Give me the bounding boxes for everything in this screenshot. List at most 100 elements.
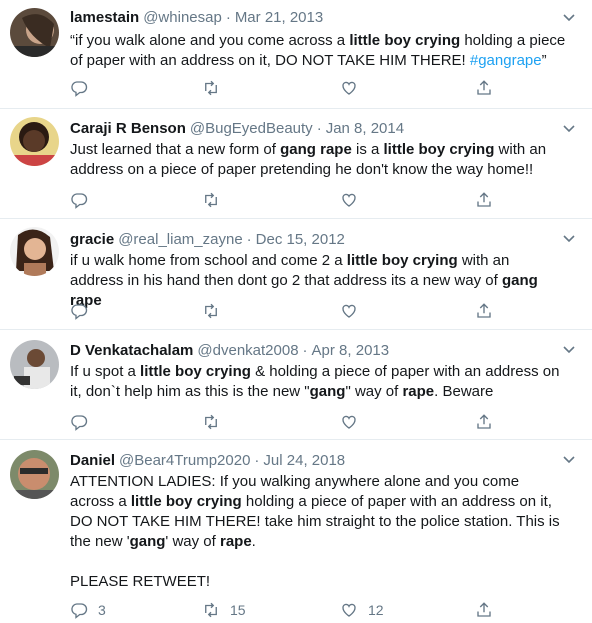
user-name[interactable]: lamestain xyxy=(70,9,139,26)
user-name[interactable]: Caraji R Benson xyxy=(70,120,186,137)
highlighted-term: little boy crying xyxy=(140,363,251,380)
tweet-header: D Venkatachalam @dvenkat2008 · Apr 8, 2013 xyxy=(70,341,566,361)
tweet[interactable]: gracie @real_liam_zayne · Dec 15, 2012 if u… xyxy=(0,219,592,330)
tweet-date[interactable]: Jul 24, 2018 xyxy=(263,452,345,469)
tweet-actions: 3 15 12 xyxy=(70,600,510,620)
chevron-down-icon[interactable] xyxy=(562,121,576,135)
tweet-date[interactable]: Jan 8, 2014 xyxy=(326,120,404,137)
share-icon xyxy=(477,80,491,95)
retweet-button[interactable] xyxy=(202,190,230,210)
separator: · xyxy=(254,452,260,469)
reply-button[interactable] xyxy=(70,190,98,210)
tweet-text-run: If u spot a xyxy=(70,363,141,380)
tweet-date[interactable]: Apr 8, 2013 xyxy=(312,342,390,359)
reply-button[interactable] xyxy=(70,78,98,98)
chevron-down-icon[interactable] xyxy=(562,452,576,466)
tweet-header: Daniel @Bear4Trump2020 · Jul 24, 2018 xyxy=(70,451,566,471)
tweet-text-run: . Beware xyxy=(434,383,494,400)
reply-button[interactable]: 3 xyxy=(70,600,106,620)
tweet-text-run: Just learned that a new form of xyxy=(70,141,281,158)
user-name[interactable]: D Venkatachalam xyxy=(70,342,193,359)
share-icon xyxy=(477,414,491,429)
tweet-text: If u spot a little boy crying & holding … xyxy=(70,362,566,402)
retweet-button[interactable] xyxy=(202,301,230,321)
chevron-down-icon[interactable] xyxy=(562,342,576,356)
highlighted-term: rape xyxy=(402,383,435,400)
heart-icon xyxy=(342,81,356,95)
share-icon xyxy=(477,303,491,318)
reply-count: 3 xyxy=(98,602,106,618)
tweet-text: Just learned that a new form of gang rap… xyxy=(70,140,566,180)
tweet-actions xyxy=(70,301,510,321)
avatar[interactable] xyxy=(10,8,59,57)
user-handle[interactable]: @real_liam_zayne xyxy=(118,231,242,248)
reply-icon xyxy=(71,304,88,320)
retweet-icon xyxy=(205,192,217,208)
reply-icon xyxy=(71,193,88,209)
tweet[interactable]: D Venkatachalam @dvenkat2008 · Apr 8, 2013 … xyxy=(0,330,592,440)
user-handle[interactable]: @dvenkat2008 xyxy=(197,342,298,359)
reply-button[interactable] xyxy=(70,412,98,432)
user-name[interactable]: Daniel xyxy=(70,452,115,469)
avatar[interactable] xyxy=(10,227,59,276)
retweet-icon xyxy=(205,303,217,319)
user-handle[interactable]: @whinesap xyxy=(143,9,222,26)
separator: · xyxy=(302,342,308,359)
tweet-text: ATTENTION LADIES: If you walking anywher… xyxy=(70,472,566,592)
retweet-icon xyxy=(205,80,217,96)
share-button[interactable] xyxy=(475,600,493,620)
retweet-icon xyxy=(205,414,217,430)
hashtag-link[interactable]: #gangrape xyxy=(470,52,542,69)
retweet-button[interactable] xyxy=(202,412,230,432)
tweet[interactable]: lamestain @whinesap · Mar 21, 2013 “if you … xyxy=(0,0,592,109)
retweet-button[interactable] xyxy=(202,78,230,98)
avatar[interactable] xyxy=(10,117,59,166)
share-button[interactable] xyxy=(475,412,493,432)
share-button[interactable] xyxy=(475,301,493,321)
reply-icon xyxy=(71,81,88,97)
tweet-date[interactable]: Mar 21, 2013 xyxy=(235,9,323,26)
like-button[interactable] xyxy=(340,412,368,432)
like-button[interactable]: 12 xyxy=(340,600,384,620)
share-icon xyxy=(477,602,491,617)
tweet-text-run: “if you walk alone and you come across a xyxy=(70,32,350,49)
highlighted-term: gang xyxy=(129,533,166,550)
separator: · xyxy=(246,231,252,248)
heart-icon xyxy=(342,603,356,617)
like-button[interactable] xyxy=(340,301,368,321)
tweet-header: Caraji R Benson @BugEyedBeauty · Jan 8, 201… xyxy=(70,119,566,139)
highlighted-term: little boy crying xyxy=(346,252,458,269)
tweet-text-run: is a xyxy=(351,141,384,158)
user-name[interactable]: gracie xyxy=(70,231,114,248)
share-button[interactable] xyxy=(475,78,493,98)
retweet-icon xyxy=(205,602,217,618)
tweet-feed: lamestain @whinesap · Mar 21, 2013 “if you … xyxy=(0,0,592,623)
tweet-actions xyxy=(70,190,510,210)
tweet-text-run: ' way of xyxy=(165,533,220,550)
retweet-button[interactable]: 15 xyxy=(202,600,246,620)
tweet-actions xyxy=(70,412,510,432)
highlighted-term: little boy crying xyxy=(349,32,461,49)
avatar[interactable] xyxy=(10,340,59,389)
like-button[interactable] xyxy=(340,78,368,98)
tweet[interactable]: Daniel @Bear4Trump2020 · Jul 24, 2018 ATTEN… xyxy=(0,440,592,623)
heart-icon xyxy=(342,304,356,318)
highlighted-term: gang xyxy=(309,383,346,400)
tweet[interactable]: Caraji R Benson @BugEyedBeauty · Jan 8, 201… xyxy=(0,109,592,219)
reply-button[interactable] xyxy=(70,301,98,321)
share-button[interactable] xyxy=(475,190,493,210)
user-handle[interactable]: @Bear4Trump2020 xyxy=(119,452,250,469)
tweet-actions xyxy=(70,78,510,98)
chevron-down-icon[interactable] xyxy=(562,10,576,24)
tweet-date[interactable]: Dec 15, 2012 xyxy=(256,231,345,248)
reply-icon xyxy=(71,603,88,619)
retweet-count: 15 xyxy=(230,602,246,618)
reply-icon xyxy=(71,415,88,431)
like-button[interactable] xyxy=(340,190,368,210)
separator: · xyxy=(316,120,322,137)
chevron-down-icon[interactable] xyxy=(562,231,576,245)
highlighted-term: gang rape xyxy=(280,141,352,158)
user-handle[interactable]: @BugEyedBeauty xyxy=(190,120,313,137)
avatar[interactable] xyxy=(10,450,59,499)
tweet-text: “if you walk alone and you come across a… xyxy=(70,31,566,71)
